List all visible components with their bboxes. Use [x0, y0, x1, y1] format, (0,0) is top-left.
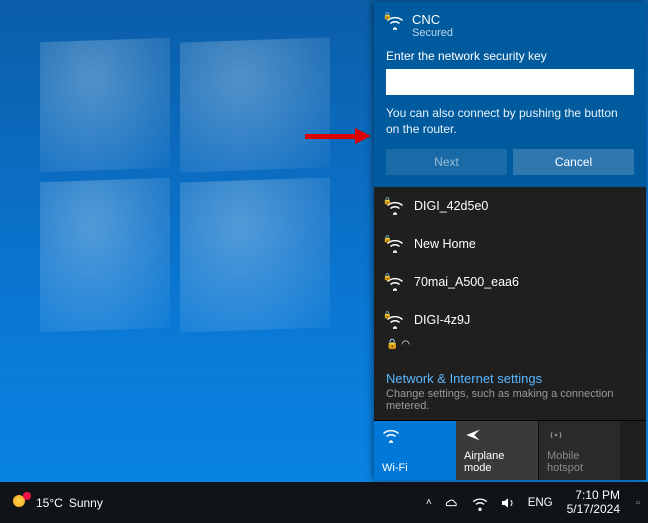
tray-overflow-button[interactable]: ˄	[420, 482, 438, 523]
wps-hint: You can also connect by pushing the butt…	[386, 105, 634, 137]
airplane-mode-tile[interactable]: Airplane mode	[456, 421, 538, 480]
airplane-icon	[464, 427, 482, 443]
quick-action-tiles: Wi-Fi Airplane mode Mobile hotspot	[374, 420, 646, 480]
wifi-secured-icon: 🔒	[386, 14, 404, 30]
ssid-name: CNC	[412, 12, 453, 27]
wifi-secured-icon: 🔒	[386, 199, 404, 215]
next-button[interactable]: Next	[386, 149, 507, 175]
network-settings-link[interactable]: Network & Internet settings	[374, 361, 646, 388]
onedrive-tray-icon[interactable]	[438, 482, 466, 523]
tile-label: Mobile hotspot	[547, 450, 612, 474]
language-indicator[interactable]: ENG	[522, 482, 559, 523]
clock[interactable]: 7:10 PM 5/17/2024	[559, 482, 628, 523]
tile-label: Wi-Fi	[382, 462, 448, 474]
clock-date: 5/17/2024	[567, 503, 620, 517]
wifi-tray-icon[interactable]	[466, 482, 494, 523]
desktop: 🔒 CNC Secured Enter the network security…	[0, 0, 648, 523]
available-networks-list: 🔒 DIGI_42d5e0 🔒 New Home 🔒 70mai_A500_ea…	[374, 187, 646, 361]
hotspot-icon	[547, 427, 565, 443]
connect-panel: 🔒 CNC Secured Enter the network security…	[374, 2, 646, 187]
weather-temp: 15°C	[36, 496, 63, 510]
weather-cond: Sunny	[69, 496, 103, 510]
system-tray: ˄ ENG 7:10 PM 5/17/2024	[420, 482, 648, 523]
network-item[interactable]: 🔒 DIGI_42d5e0	[374, 187, 646, 225]
taskbar: 15°C Sunny ˄ ENG 7:10 PM 5/17/2024	[0, 482, 648, 523]
wifi-secured-icon: 🔒	[386, 237, 404, 253]
network-settings-sub: Change settings, such as making a connec…	[374, 388, 646, 420]
network-item[interactable]: 🔒 New Home	[374, 225, 646, 263]
wifi-secured-icon: 🔒	[386, 313, 404, 329]
annotation-arrow	[305, 128, 375, 144]
network-item[interactable]: 🔒 DIGI-4z9J	[374, 301, 646, 339]
network-ssid: 70mai_A500_eaa6	[414, 275, 519, 289]
windows-logo	[40, 40, 340, 340]
volume-tray-icon[interactable]	[494, 482, 522, 523]
wifi-secured-icon: 🔒	[386, 275, 404, 291]
password-input[interactable]	[386, 69, 634, 95]
ssid-status: Secured	[412, 27, 453, 39]
weather-sunny-icon	[10, 493, 30, 513]
cancel-button[interactable]: Cancel	[513, 149, 634, 175]
weather-widget[interactable]: 15°C Sunny	[0, 482, 113, 523]
network-ssid: New Home	[414, 237, 476, 251]
wifi-icon	[382, 427, 400, 443]
tile-label: Airplane mode	[464, 450, 530, 474]
password-prompt: Enter the network security key	[386, 49, 634, 63]
clock-time: 7:10 PM	[575, 489, 620, 503]
action-center-button[interactable]	[628, 482, 648, 523]
network-item[interactable]: 🔒 70mai_A500_eaa6	[374, 263, 646, 301]
wifi-tile[interactable]: Wi-Fi	[374, 421, 456, 480]
network-flyout: 🔒 CNC Secured Enter the network security…	[374, 2, 646, 480]
network-ssid: DIGI_42d5e0	[414, 199, 488, 213]
mobile-hotspot-tile[interactable]: Mobile hotspot	[538, 421, 620, 480]
network-item-truncated[interactable]: 🔒 ◠	[374, 339, 646, 354]
network-ssid: DIGI-4z9J	[414, 313, 470, 327]
